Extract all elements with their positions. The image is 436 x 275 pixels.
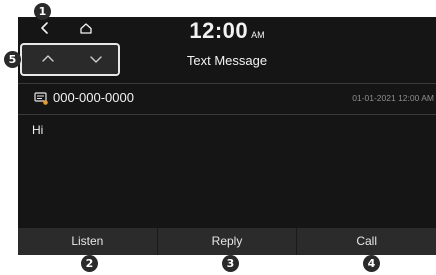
page-title: Text Message bbox=[186, 53, 268, 68]
clock: 12:00 AM bbox=[18, 18, 436, 44]
message-date: 01-01-2021 12:00 AM bbox=[352, 93, 434, 103]
infotainment-screen: 12:00 AM Text Message 000-000-0000 01-01-… bbox=[18, 17, 436, 255]
reply-button[interactable]: Reply bbox=[158, 228, 298, 255]
sender-row: 000-000-0000 01-01-2021 12:00 AM bbox=[18, 83, 436, 114]
callout-5: 5 bbox=[4, 51, 21, 68]
callout-4: 4 bbox=[363, 255, 380, 272]
clock-ampm: AM bbox=[251, 30, 265, 40]
clock-time: 12:00 bbox=[189, 18, 249, 43]
divider bbox=[18, 114, 436, 115]
sms-icon bbox=[34, 92, 48, 105]
listen-button[interactable]: Listen bbox=[18, 228, 158, 255]
sender-number: 000-000-0000 bbox=[53, 90, 134, 105]
action-bar: Listen Reply Call bbox=[18, 228, 436, 255]
status-bar: 12:00 AM bbox=[18, 17, 436, 45]
call-button[interactable]: Call bbox=[297, 228, 436, 255]
callout-2: 2 bbox=[81, 255, 98, 272]
callout-1: 1 bbox=[34, 3, 51, 20]
callout-3: 3 bbox=[222, 255, 239, 272]
message-body: Hi bbox=[32, 123, 44, 137]
